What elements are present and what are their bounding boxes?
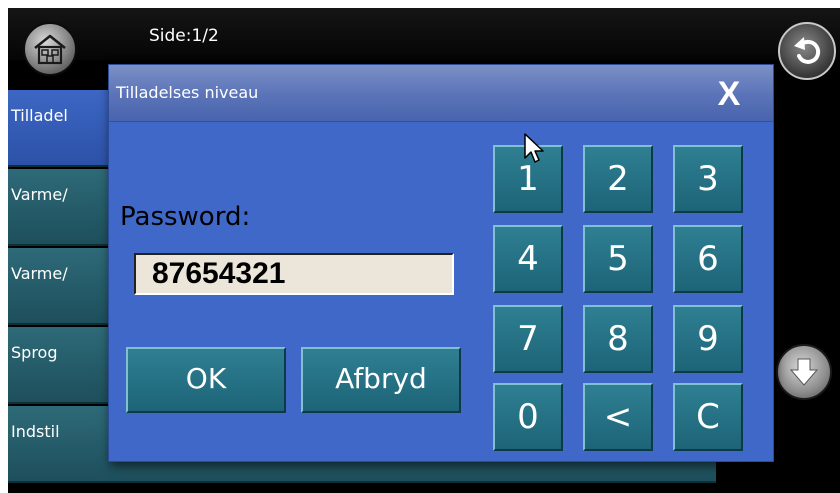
key-2[interactable]: 2 [583, 145, 653, 213]
home-button[interactable] [23, 22, 77, 76]
menu-item-label: Indstil [11, 422, 60, 441]
key-8[interactable]: 8 [583, 305, 653, 373]
password-dialog: Tilladelses niveau X Password: 87654321 … [108, 64, 774, 462]
menu-item-label: Tilladel [11, 106, 68, 125]
dialog-title: Tilladelses niveau [116, 83, 259, 102]
back-button[interactable] [778, 22, 836, 80]
page-indicator: Side:1/2 [149, 26, 219, 46]
key-0[interactable]: 0 [493, 383, 563, 451]
mouse-cursor-icon [524, 133, 544, 163]
key-clear[interactable]: C [673, 383, 743, 451]
key-7[interactable]: 7 [493, 305, 563, 373]
password-field[interactable]: 87654321 [134, 253, 454, 295]
screen: Side:1/2 Tilladel Varme/ Varme/ Sprog In… [8, 8, 840, 493]
arrow-down-icon [789, 358, 819, 386]
menu-item-label: Varme/ [11, 185, 68, 204]
home-icon [34, 34, 66, 65]
key-5[interactable]: 5 [583, 225, 653, 293]
password-label: Password: [120, 202, 251, 232]
menu-item-label: Varme/ [11, 264, 68, 283]
key-3[interactable]: 3 [673, 145, 743, 213]
cancel-button[interactable]: Afbryd [301, 347, 461, 413]
undo-icon [794, 37, 821, 64]
key-backspace[interactable]: < [583, 383, 653, 451]
top-bar: Side:1/2 [8, 8, 840, 60]
key-9[interactable]: 9 [673, 305, 743, 373]
close-button[interactable]: X [709, 75, 749, 113]
key-4[interactable]: 4 [493, 225, 563, 293]
ok-button[interactable]: OK [126, 347, 286, 413]
dialog-title-bar: Tilladelses niveau X [109, 65, 773, 122]
scroll-down-button[interactable] [776, 344, 832, 400]
key-6[interactable]: 6 [673, 225, 743, 293]
menu-item-label: Sprog [11, 343, 58, 362]
